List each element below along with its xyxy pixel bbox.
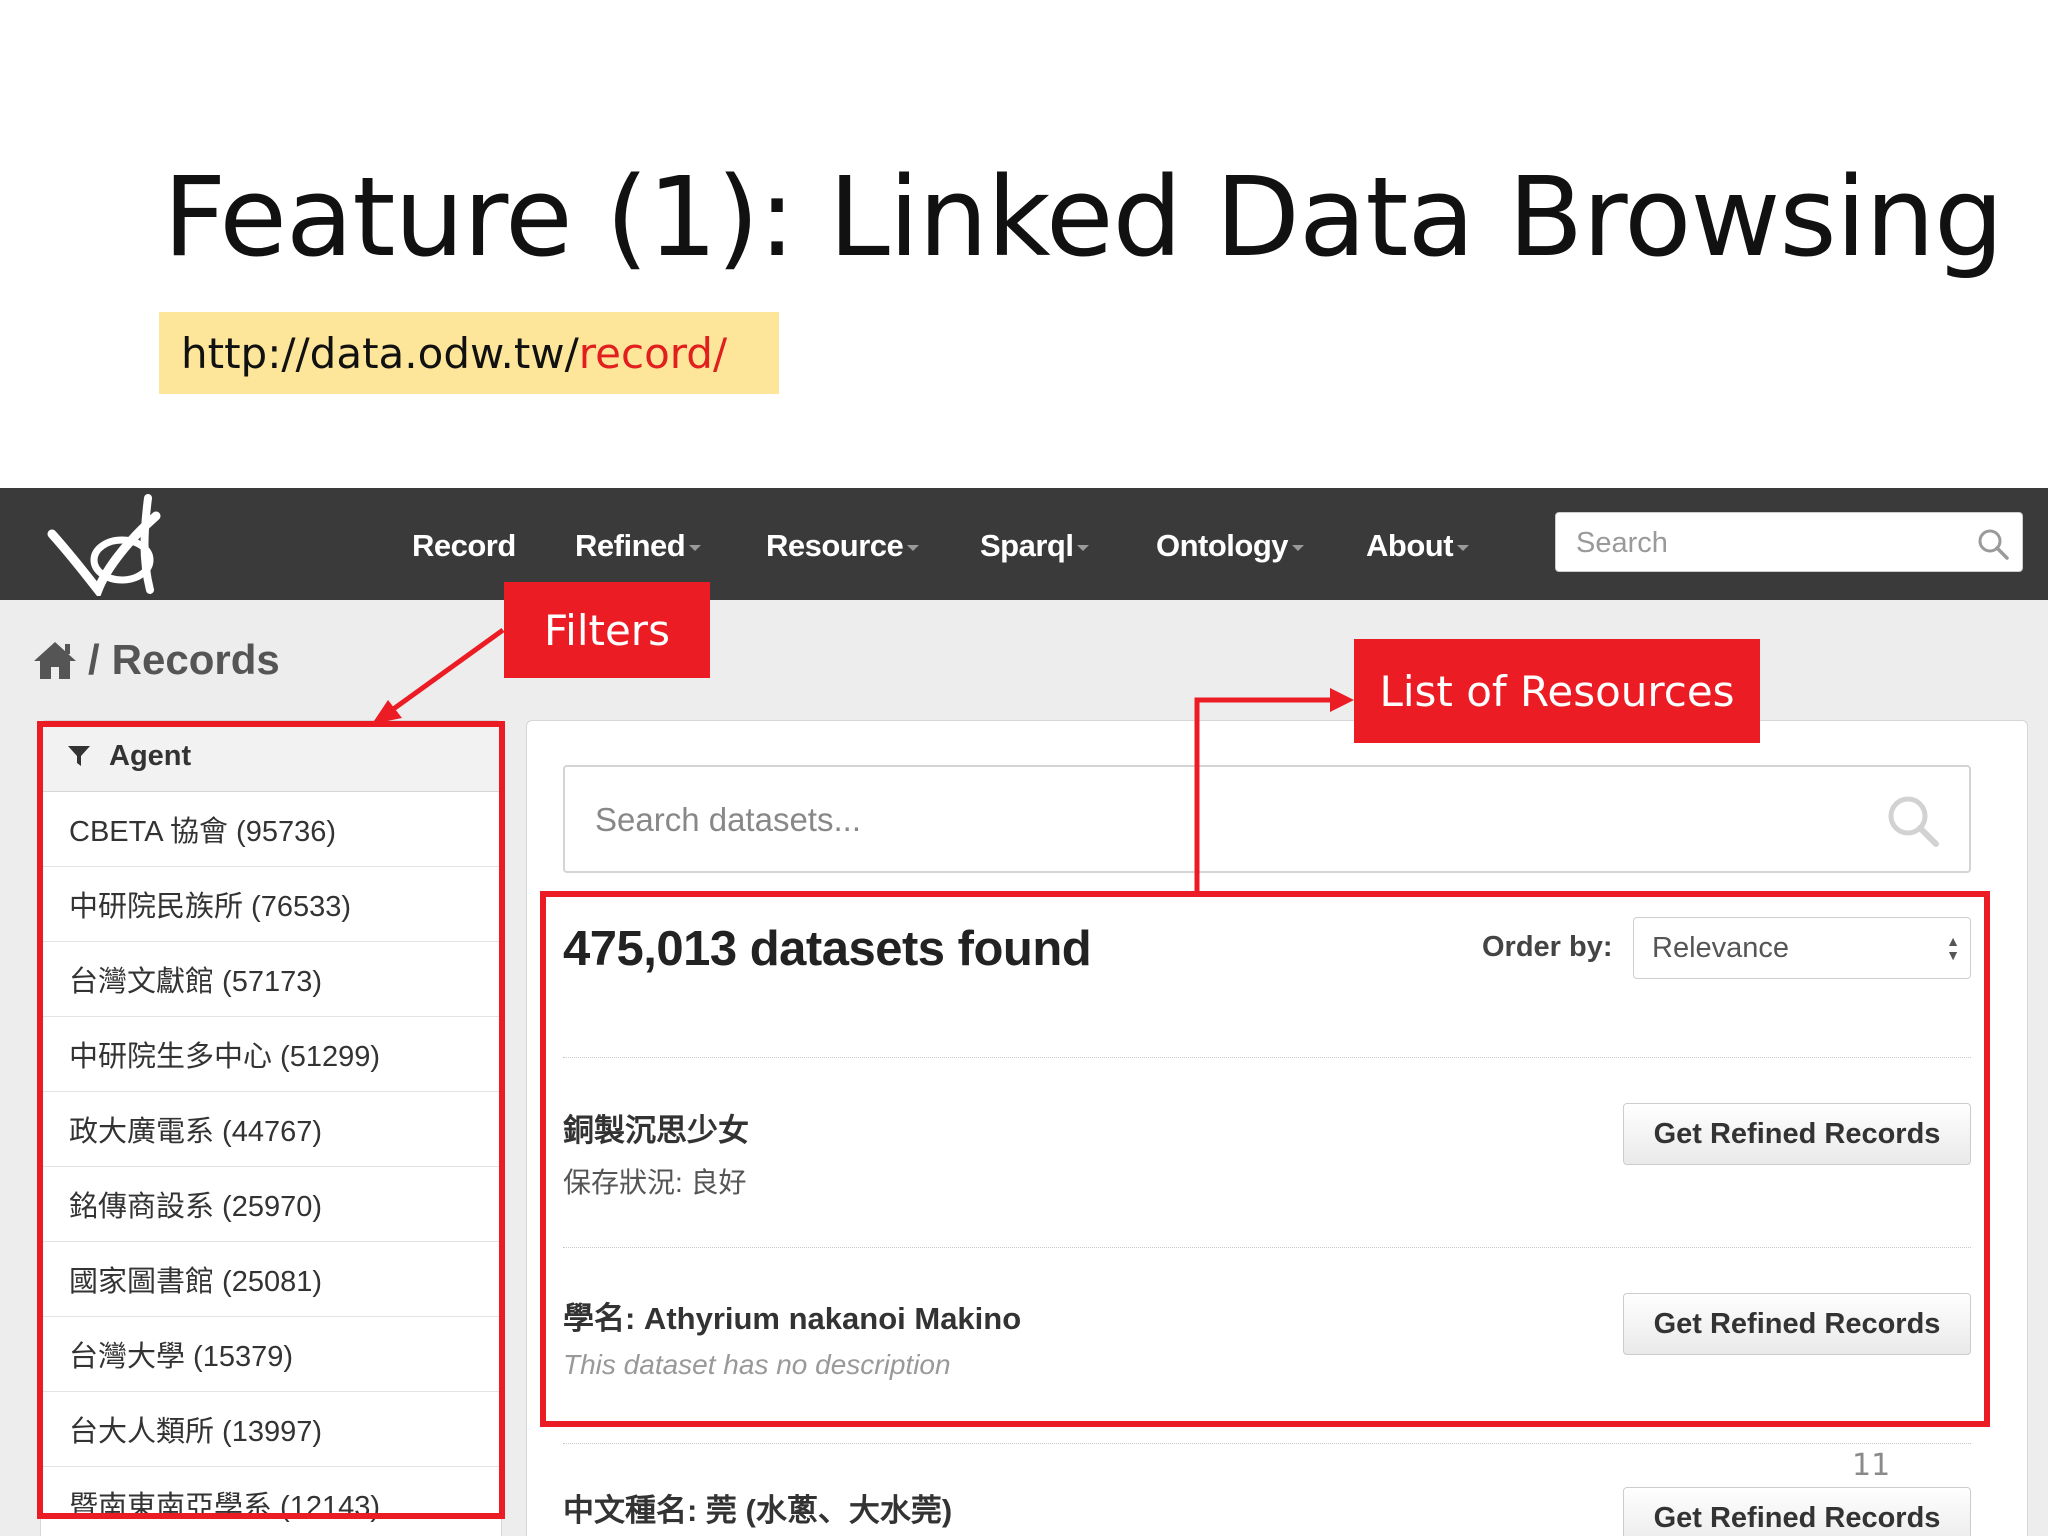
search-icon[interactable] <box>1976 527 2010 561</box>
nav-about[interactable]: About <box>1366 528 1470 564</box>
facet-item[interactable]: 台灣大學 (15379) <box>41 1317 501 1392</box>
order-by-label: Order by: <box>1482 931 1613 963</box>
facet-item[interactable]: CBETA 協會 (95736) <box>41 792 501 867</box>
results-count: 475,013 datasets found <box>563 922 1092 976</box>
nav-sparql[interactable]: Sparql <box>980 528 1090 564</box>
search-icon[interactable] <box>1885 793 1941 849</box>
caret-down-icon <box>1457 544 1470 551</box>
dataset-search-input[interactable] <box>565 767 1897 873</box>
get-refined-records-button[interactable]: Get Refined Records <box>1623 1487 1971 1536</box>
result-title[interactable]: 中文種名: 莞 (水蔥、大水莞) <box>563 1485 952 1530</box>
url-base: http://data.odw.tw/ <box>181 328 579 378</box>
nav-search-box <box>1555 512 2023 573</box>
nav-search-input[interactable] <box>1556 513 1978 573</box>
facet-item[interactable]: 中研院生多中心 (51299) <box>41 1017 501 1092</box>
nav-resource[interactable]: Resource <box>766 528 920 564</box>
url-highlighted-path: record/ <box>578 328 728 378</box>
facet-item[interactable]: 國家圖書館 (25081) <box>41 1242 501 1317</box>
nav-record[interactable]: Record <box>412 528 516 564</box>
slide-number: 11 <box>1852 1448 1891 1483</box>
url-highlight-box: http://data.odw.tw/record/ <box>159 312 779 394</box>
facet-header[interactable]: Agent <box>41 721 501 792</box>
caret-down-icon <box>1077 544 1090 551</box>
caret-down-icon <box>1292 544 1305 551</box>
resources-callout: List of Resources <box>1354 639 1760 743</box>
result-description: 保存狀況: 良好 <box>563 1167 747 1198</box>
filters-callout: Filters <box>504 582 710 678</box>
caret-down-icon <box>907 544 920 551</box>
breadcrumb-separator: / <box>88 636 100 683</box>
filter-icon <box>68 746 90 766</box>
facet-item[interactable]: 銘傳商設系 (25970) <box>41 1167 501 1242</box>
facet-item[interactable]: 中研院民族所 (76533) <box>41 867 501 942</box>
facet-item[interactable]: 暨南東南亞學系 (12143) <box>41 1467 501 1536</box>
facet-item[interactable]: 台大人類所 (13997) <box>41 1392 501 1467</box>
nav-ontology[interactable]: Ontology <box>1156 528 1305 564</box>
breadcrumb-current: Records <box>111 636 280 683</box>
order-by-select[interactable]: Relevance ▲ ▼ <box>1633 917 1971 979</box>
caret-down-icon <box>689 544 702 551</box>
home-icon[interactable] <box>32 639 78 681</box>
result-divider <box>563 1443 1971 1444</box>
result-description: This dataset has no description <box>563 1349 951 1380</box>
get-refined-records-button[interactable]: Get Refined Records <box>1623 1293 1971 1355</box>
result-title[interactable]: 學名: Athyrium nakanoi Makino <box>563 1293 1021 1338</box>
breadcrumb: / Records <box>32 636 280 684</box>
result-divider <box>563 1247 1971 1248</box>
result-divider <box>563 1057 1971 1058</box>
slide-title: Feature (1): Linked Data Browsing <box>163 153 2004 281</box>
results-panel: 475,013 datasets found Order by: Relevan… <box>526 720 2028 1536</box>
order-by-value: Relevance <box>1652 931 1790 964</box>
select-arrows-icon: ▲ ▼ <box>1946 933 1960 963</box>
dataset-search-box <box>563 765 1971 873</box>
facet-item[interactable]: 台灣文獻館 (57173) <box>41 942 501 1017</box>
filter-sidebar: Agent CBETA 協會 (95736) 中研院民族所 (76533) 台灣… <box>40 720 502 1536</box>
site-logo[interactable] <box>40 494 180 596</box>
result-title[interactable]: 銅製沉思少女 <box>563 1105 749 1150</box>
facet-title: Agent <box>109 739 192 772</box>
get-refined-records-button[interactable]: Get Refined Records <box>1623 1103 1971 1165</box>
nav-refined[interactable]: Refined <box>575 528 702 564</box>
top-navbar: Record Refined Resource Sparql Ontology … <box>0 488 2048 600</box>
facet-item[interactable]: 政大廣電系 (44767) <box>41 1092 501 1167</box>
